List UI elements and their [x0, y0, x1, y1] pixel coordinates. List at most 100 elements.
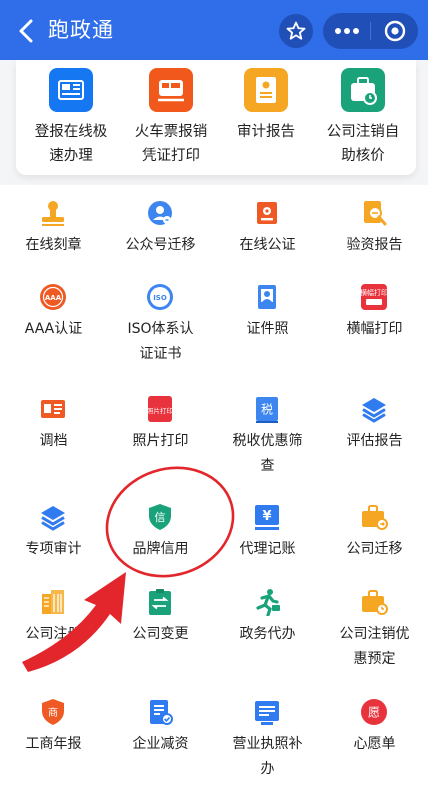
close-target-icon	[384, 20, 405, 42]
svg-text:商: 商	[48, 706, 58, 719]
grid-label: 企业减资	[132, 736, 189, 752]
grid-item-banner-print[interactable]: 横幅打印 横幅打印	[321, 283, 428, 378]
grid-label: 评估报告	[346, 433, 403, 449]
chevron-left-icon	[19, 19, 33, 43]
grid-item-company-cancel-booking[interactable]: 公司注销优 惠预定	[321, 588, 428, 683]
grid-item-license-reissue[interactable]: 营业执照补办	[214, 698, 321, 783]
page-title: 跑政通	[48, 18, 114, 42]
banner-icon: 横幅打印	[360, 284, 388, 310]
grid-item-government-agent[interactable]: 政务代办	[214, 588, 321, 683]
building-icon	[42, 590, 64, 614]
hero-item-train-ticket[interactable]: 火车票报销 凭证打印	[121, 60, 221, 170]
notary-icon	[257, 202, 277, 224]
hero-item-newspaper[interactable]: 登报在线极 速办理	[21, 60, 121, 170]
grid-item-account-migration[interactable]: 公众号迁移	[107, 185, 214, 270]
doc-check-icon	[150, 700, 173, 725]
grid-item-online-seal[interactable]: 在线刻章	[0, 185, 107, 270]
train-icon	[149, 68, 193, 112]
grid-label: 证件照	[246, 321, 289, 337]
grid-label: 在线公证	[239, 237, 296, 253]
grid-item-bookkeeping[interactable]: ¥ 代理记账	[214, 503, 321, 578]
grid-item-file-transfer[interactable]: 调档	[0, 395, 107, 490]
hero-item-company-cancel-quote[interactable]: 公司注销自 助核价	[313, 60, 413, 170]
back-button[interactable]	[14, 14, 40, 48]
svg-text:愿: 愿	[368, 706, 380, 720]
svg-text:AAA: AAA	[45, 294, 62, 302]
grid-item-capital-verification[interactable]: 验资报告	[321, 185, 428, 270]
id-card-icon	[41, 400, 65, 418]
grid-item-brand-credit[interactable]: 信 品牌信用	[107, 503, 214, 578]
grid-item-online-notary[interactable]: 在线公证	[214, 185, 321, 270]
newspaper-icon	[49, 68, 93, 112]
hero-item-audit-report[interactable]: 审计报告	[216, 60, 316, 170]
briefcase-move-icon	[362, 505, 388, 530]
grid-item-company-change[interactable]: 公司变更	[107, 588, 214, 683]
grid-item-tax-incentive[interactable]: 税 税收优惠筛查	[214, 395, 321, 490]
grid-item-id-photo[interactable]: 证件照	[214, 283, 321, 378]
grid-label: ISO体系认 证证书	[127, 321, 194, 362]
wish-icon: 愿	[361, 699, 387, 725]
clipboard-swap-icon	[149, 589, 171, 615]
grid-label: AAA认证	[24, 321, 83, 337]
grid-label: 调档	[39, 433, 68, 449]
svg-text:ISO: ISO	[153, 294, 167, 302]
grid-label: 代理记账	[239, 541, 296, 557]
svg-text:税: 税	[261, 403, 273, 417]
services-grid: 在线刻章 公众号迁移 在线公证 验资报告 AAA AAA认证 ISO ISO体系…	[0, 185, 428, 787]
svg-text:照片打印: 照片打印	[147, 406, 173, 415]
runner-icon	[256, 589, 280, 616]
layers-icon	[41, 506, 65, 531]
grid-label: 营业执照补办	[232, 736, 303, 777]
hero-label: 登报在线极 速办理	[34, 124, 108, 164]
title-bar: 跑政通	[0, 0, 428, 60]
grid-label: 心愿单	[353, 736, 396, 752]
more-button[interactable]	[323, 13, 370, 49]
svg-text:信: 信	[155, 511, 166, 524]
grid-item-company-relocation[interactable]: 公司迁移	[321, 503, 428, 578]
grid-label: 公司迁移	[346, 541, 403, 557]
grid-label: 验资报告	[346, 237, 403, 253]
grid-label: 政务代办	[239, 626, 296, 642]
favorite-button[interactable]	[279, 14, 313, 48]
person-circle-icon	[148, 201, 172, 225]
photo-print-icon: 照片打印	[147, 396, 173, 422]
license-icon	[255, 701, 279, 725]
close-button[interactable]	[371, 13, 418, 49]
search-doc-icon	[364, 201, 387, 226]
grid-item-assessment-report[interactable]: 评估报告	[321, 395, 428, 490]
report-icon	[244, 68, 288, 112]
svg-text:¥: ¥	[262, 509, 271, 524]
grid-item-aaa-certification[interactable]: AAA AAA认证	[0, 283, 107, 378]
grid-item-wish-list[interactable]: 愿 心愿单	[321, 698, 428, 783]
grid-item-annual-report[interactable]: 商 工商年报	[0, 698, 107, 783]
grid-item-special-audit[interactable]: 专项审计	[0, 503, 107, 578]
shop-badge-icon: 商	[42, 699, 64, 725]
yen-icon: ¥	[255, 505, 279, 530]
grid-label: 横幅打印	[346, 321, 403, 337]
grid-item-capital-reduction[interactable]: 企业减资	[107, 698, 214, 783]
star-icon	[286, 21, 306, 40]
featured-services-card: 登报在线极 速办理 火车票报销 凭证打印 审计报告 公司注销自 助核价	[16, 60, 416, 175]
hero-label: 公司注销自 助核价	[326, 124, 400, 164]
capsule-menu	[323, 13, 418, 49]
grid-label: 品牌信用	[132, 541, 189, 557]
tax-icon: 税	[256, 397, 278, 423]
grid-label: 税收优惠筛查	[232, 433, 303, 474]
grid-label: 公众号迁移	[125, 237, 196, 253]
aaa-badge-icon: AAA	[40, 284, 66, 310]
grid-label: 公司注册	[25, 626, 82, 642]
grid-item-iso-certificate[interactable]: ISO ISO体系认 证证书	[107, 283, 214, 378]
grid-label: 在线刻章	[25, 237, 82, 253]
hero-label: 审计报告	[237, 124, 295, 140]
svg-text:横幅打印: 横幅打印	[360, 288, 388, 297]
grid-item-photo-print[interactable]: 照片打印 照片打印	[107, 395, 214, 490]
more-icon	[334, 28, 359, 34]
briefcase-icon	[341, 68, 385, 112]
grid-item-company-registration[interactable]: 公司注册	[0, 588, 107, 683]
grid-label: 照片打印	[132, 433, 189, 449]
iso-badge-icon: ISO	[147, 284, 173, 310]
grid-label: 专项审计	[25, 541, 82, 557]
layers-icon	[362, 398, 386, 423]
grid-label: 公司变更	[132, 626, 189, 642]
grid-label: 公司注销优 惠预定	[339, 626, 410, 667]
